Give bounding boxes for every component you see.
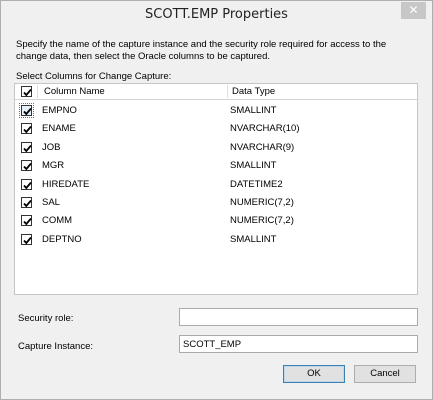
column-name-cell: EMPNO bbox=[42, 105, 77, 116]
data-type-cell: SMALLINT bbox=[230, 105, 277, 116]
column-checkbox[interactable] bbox=[21, 215, 32, 227]
column-name-cell: COMM bbox=[42, 215, 73, 227]
column-name-cell: HIREDATE bbox=[42, 178, 90, 190]
data-type-cell: NVARCHAR(9) bbox=[230, 141, 295, 153]
table-row[interactable]: MGR SMALLINT bbox=[15, 156, 417, 175]
checkmark-icon bbox=[23, 199, 32, 208]
data-type-cell: SMALLINT bbox=[230, 233, 277, 245]
column-checkbox[interactable] bbox=[21, 141, 32, 153]
window-title: SCOTT.EMP Properties bbox=[145, 7, 288, 22]
table-row[interactable]: JOB NVARCHAR(9) bbox=[15, 138, 417, 157]
column-checkbox[interactable] bbox=[21, 233, 32, 245]
column-checkbox[interactable] bbox=[21, 178, 32, 190]
capture-instance-label: Capture Instance: bbox=[18, 341, 93, 352]
data-type-cell: DATETIME2 bbox=[230, 178, 283, 190]
ok-button[interactable]: OK bbox=[283, 365, 345, 383]
instructions-text: Specify the name of the capture instance… bbox=[16, 39, 387, 62]
data-type-cell: NUMERIC(7,2) bbox=[230, 197, 294, 208]
column-checkbox[interactable] bbox=[19, 103, 34, 118]
column-name-cell: JOB bbox=[42, 141, 61, 153]
checkmark-icon bbox=[23, 181, 32, 189]
column-name-cell: MGR bbox=[42, 160, 65, 172]
checkmark-icon bbox=[23, 236, 32, 245]
column-checkbox[interactable] bbox=[21, 197, 32, 208]
columns-grid[interactable]: Column Name Data Type EMPNO SMALLINT ENAME… bbox=[14, 83, 418, 295]
data-type-cell: NUMERIC(7,2) bbox=[230, 215, 294, 227]
column-name-header[interactable]: Column Name bbox=[44, 86, 105, 97]
close-icon: ✕ bbox=[408, 3, 419, 17]
table-row[interactable]: DEPTNO SMALLINT bbox=[15, 230, 417, 249]
checkmark-icon bbox=[23, 163, 32, 171]
table-row[interactable]: ENAME NVARCHAR(10) bbox=[15, 119, 417, 138]
security-role-input[interactable] bbox=[179, 308, 418, 326]
data-type-cell: SMALLINT bbox=[230, 160, 277, 172]
column-name-cell: SAL bbox=[42, 197, 60, 208]
select-all-checkbox[interactable] bbox=[21, 86, 32, 97]
columns-section-label: Select Columns for Change Capture: bbox=[16, 71, 172, 82]
cancel-button[interactable]: Cancel bbox=[354, 365, 416, 383]
table-row[interactable]: COMM NUMERIC(7,2) bbox=[15, 211, 417, 230]
properties-dialog: SCOTT.EMP Properties ✕ Specify the name … bbox=[0, 0, 433, 400]
column-separator[interactable] bbox=[37, 85, 38, 98]
close-button[interactable]: ✕ bbox=[401, 2, 426, 19]
column-name-cell: ENAME bbox=[42, 123, 76, 135]
column-name-cell: DEPTNO bbox=[42, 233, 82, 245]
table-row[interactable]: SAL NUMERIC(7,2) bbox=[15, 193, 417, 212]
column-checkbox[interactable] bbox=[21, 160, 32, 172]
checkmark-icon bbox=[23, 88, 32, 97]
column-checkbox[interactable] bbox=[21, 123, 32, 135]
table-row[interactable]: EMPNO SMALLINT bbox=[15, 101, 417, 120]
column-separator[interactable] bbox=[227, 85, 228, 98]
title-bar[interactable]: SCOTT.EMP Properties ✕ bbox=[1, 1, 432, 31]
checkmark-icon bbox=[23, 126, 32, 134]
data-type-header[interactable]: Data Type bbox=[232, 86, 275, 97]
checkmark-icon bbox=[23, 107, 32, 116]
table-row[interactable]: HIREDATE DATETIME2 bbox=[15, 175, 417, 194]
checkmark-icon bbox=[23, 218, 32, 226]
security-role-label: Security role: bbox=[18, 313, 74, 324]
data-type-cell: NVARCHAR(10) bbox=[230, 123, 300, 135]
checkmark-icon bbox=[23, 144, 32, 153]
capture-instance-input[interactable] bbox=[179, 335, 418, 353]
grid-header: Column Name Data Type bbox=[15, 84, 417, 100]
